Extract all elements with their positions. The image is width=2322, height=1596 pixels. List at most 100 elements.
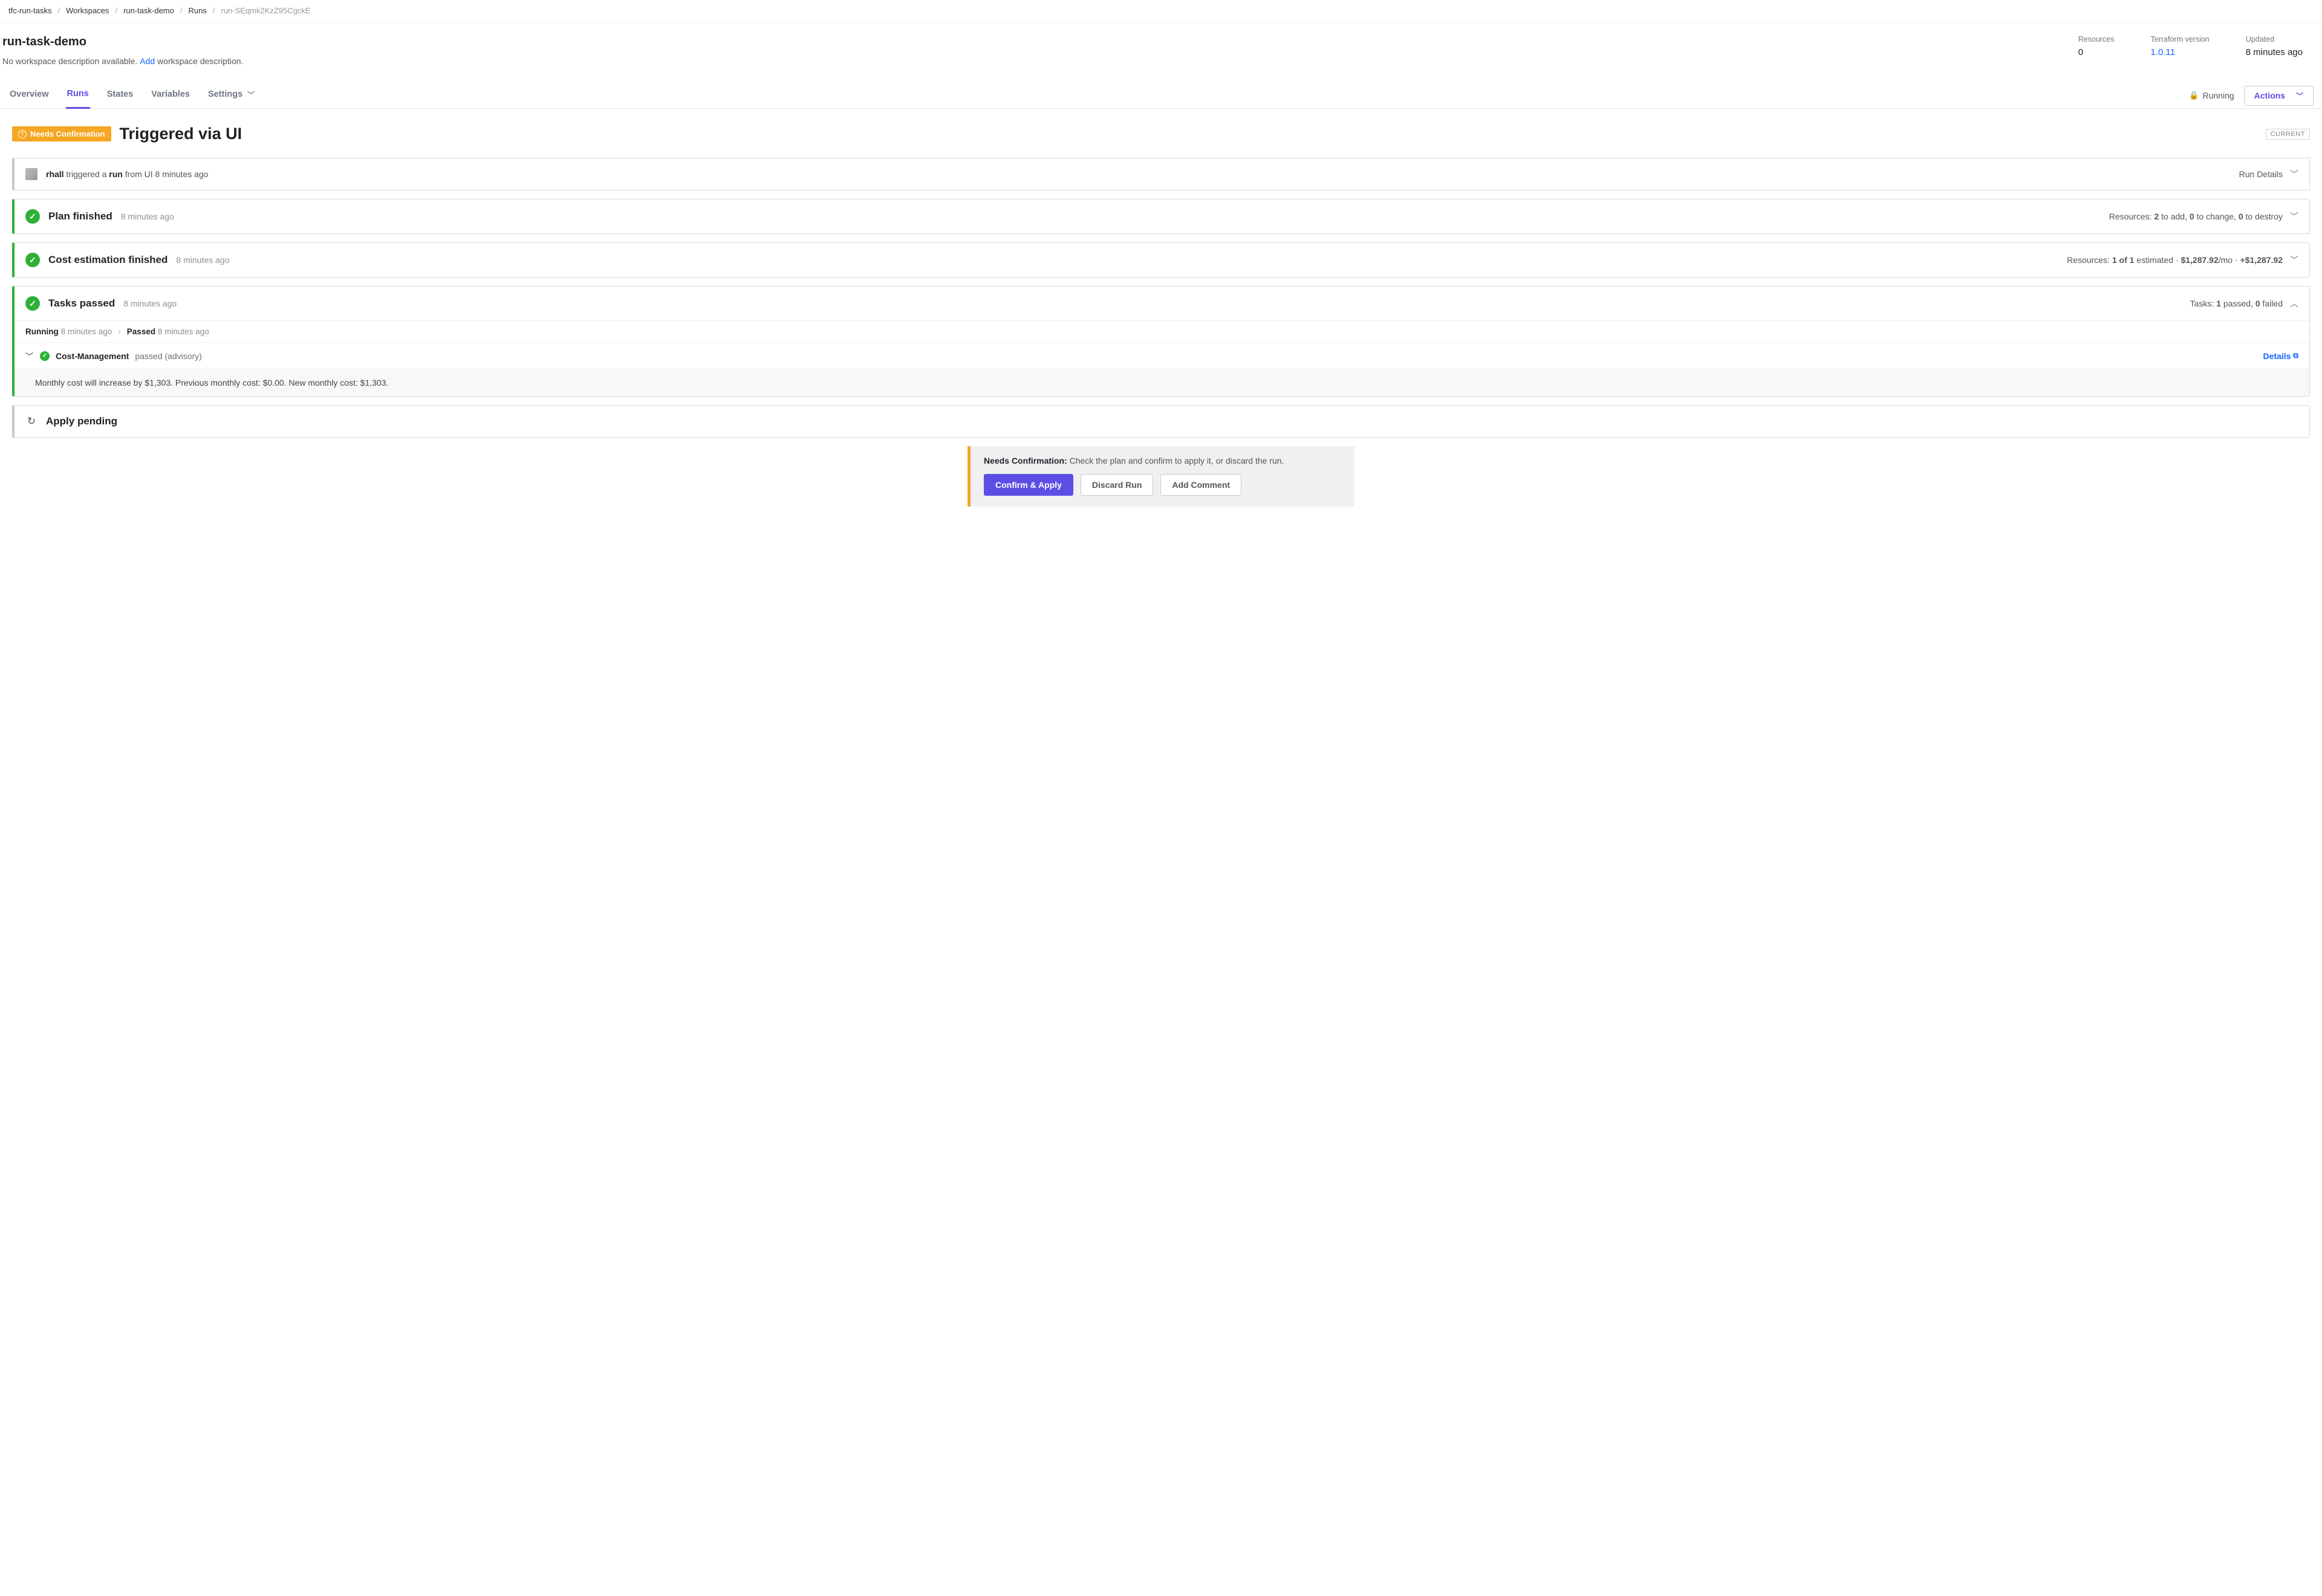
tasks-time: 8 minutes ago: [123, 299, 177, 308]
stat-tf-label: Terraform version: [2151, 35, 2210, 44]
workspace-desc-text: No workspace description available.: [2, 56, 140, 66]
tasks-summary: Tasks: 1 passed, 0 failed: [2190, 299, 2283, 308]
cost-title: Cost estimation finished: [48, 254, 167, 266]
breadcrumb-run-id: run-SEqmk2KzZ95CgckE: [221, 6, 310, 15]
plan-card-header[interactable]: ✓ Plan finished 8 minutes ago Resources:…: [15, 199, 2309, 233]
breadcrumb: tfc-run-tasks / Workspaces / run-task-de…: [0, 0, 2322, 23]
apply-card: ↻ Apply pending: [12, 405, 2310, 438]
trigger-run: run: [109, 169, 123, 179]
breadcrumb-org[interactable]: tfc-run-tasks: [8, 6, 52, 15]
task-details-label: Details: [2263, 351, 2291, 361]
avatar: [25, 168, 37, 180]
trigger-user: rhall: [46, 169, 64, 179]
plan-title: Plan finished: [48, 210, 112, 222]
tasks-card-header[interactable]: ✓ Tasks passed 8 minutes ago Tasks: 1 pa…: [15, 287, 2309, 320]
chevron-down-icon: ﹀: [247, 89, 255, 100]
current-chip: CURRENT: [2266, 129, 2310, 140]
external-link-icon: ⧉: [2293, 351, 2298, 360]
tab-bar: Overview Runs States Variables Settings …: [0, 83, 2322, 109]
tasks-status-row: Running 8 minutes ago › Passed 8 minutes…: [15, 320, 2309, 342]
tab-runs[interactable]: Runs: [66, 83, 90, 109]
plan-time: 8 minutes ago: [121, 212, 174, 221]
run-details-link[interactable]: Run Details: [2239, 169, 2283, 179]
task-item: ﹀ ✓ Cost-Management passed (advisory) De…: [15, 342, 2309, 369]
workspace-lock-status: 🔒 Running: [2189, 91, 2234, 100]
stat-updated: Updated 8 minutes ago: [2246, 35, 2303, 57]
run-title-row: ! Needs Confirmation Triggered via UI CU…: [12, 125, 2310, 143]
actions-button[interactable]: Actions ﹀: [2244, 86, 2314, 106]
confirm-message: Check the plan and confirm to apply it, …: [1067, 456, 1284, 465]
confirm-bar-wrap: Needs Confirmation: Check the plan and c…: [12, 446, 2310, 507]
chevron-up-icon: ︿: [2290, 297, 2298, 310]
status-passed-time: 8 minutes ago: [155, 327, 209, 336]
status-running-label: Running: [25, 327, 59, 336]
workspace-header: run-task-demo No workspace description a…: [0, 23, 2322, 66]
apply-title: Apply pending: [46, 415, 117, 427]
breadcrumb-separator: /: [58, 6, 60, 15]
breadcrumb-separator: /: [213, 6, 215, 15]
trigger-card: rhall triggered a run from UI 8 minutes …: [12, 158, 2310, 190]
add-comment-button[interactable]: Add Comment: [1160, 474, 1241, 496]
run-title: Triggered via UI: [120, 125, 242, 143]
workspace-description: No workspace description available. Add …: [2, 56, 243, 66]
pending-loop-icon: ↻: [25, 415, 37, 427]
plan-summary: Resources: 2 to add, 0 to change, 0 to d…: [2109, 212, 2283, 221]
actions-label: Actions: [2254, 91, 2285, 100]
cost-summary: Resources: 1 of 1 estimated · $1,287.92/…: [2067, 255, 2283, 265]
status-badge: ! Needs Confirmation: [12, 126, 111, 141]
cost-card-header[interactable]: ✓ Cost estimation finished 8 minutes ago…: [15, 243, 2309, 277]
stat-tf-value[interactable]: 1.0.11: [2151, 47, 2210, 57]
chevron-down-icon: ﹀: [2296, 91, 2303, 101]
breadcrumb-workspaces[interactable]: Workspaces: [66, 6, 109, 15]
confirm-text: Needs Confirmation: Check the plan and c…: [984, 456, 1341, 465]
check-circle-icon: ✓: [25, 209, 40, 224]
tasks-title: Tasks passed: [48, 297, 115, 310]
task-message: Monthly cost will increase by $1,303. Pr…: [15, 369, 2309, 396]
breadcrumb-runs[interactable]: Runs: [189, 6, 207, 15]
chevron-down-icon: ﹀: [2290, 254, 2298, 266]
chevron-down-icon: ﹀: [2290, 210, 2298, 222]
breadcrumb-workspace[interactable]: run-task-demo: [123, 6, 174, 15]
stat-terraform-version: Terraform version 1.0.11: [2151, 35, 2210, 57]
check-circle-icon: ✓: [25, 253, 40, 267]
status-badge-label: Needs Confirmation: [30, 129, 105, 138]
stat-resources-label: Resources: [2078, 35, 2115, 44]
workspace-desc-suffix: workspace description.: [155, 56, 243, 66]
trigger-card-header[interactable]: rhall triggered a run from UI 8 minutes …: [15, 158, 2309, 190]
cost-card: ✓ Cost estimation finished 8 minutes ago…: [12, 242, 2310, 277]
stat-updated-label: Updated: [2246, 35, 2303, 44]
workspace-stats: Resources 0 Terraform version 1.0.11 Upd…: [2078, 35, 2321, 57]
breadcrumb-separator: /: [115, 6, 117, 15]
status-passed-label: Passed: [127, 327, 155, 336]
plan-card: ✓ Plan finished 8 minutes ago Resources:…: [12, 199, 2310, 234]
task-status: passed (advisory): [135, 351, 202, 361]
lock-icon: 🔒: [2189, 91, 2199, 100]
workspace-title: run-task-demo: [2, 35, 243, 49]
tab-settings-label: Settings: [208, 89, 242, 99]
task-details-link[interactable]: Details ⧉: [2263, 351, 2299, 361]
status-running-time: 8 minutes ago: [59, 327, 112, 336]
chevron-right-icon: ›: [118, 327, 121, 336]
breadcrumb-separator: /: [180, 6, 183, 15]
tab-states[interactable]: States: [106, 83, 135, 108]
tab-overview[interactable]: Overview: [8, 83, 50, 108]
confirm-apply-button[interactable]: Confirm & Apply: [984, 474, 1073, 496]
tasks-card: ✓ Tasks passed 8 minutes ago Tasks: 1 pa…: [12, 286, 2310, 397]
lock-status-text: Running: [2202, 91, 2234, 100]
stat-resources-value: 0: [2078, 47, 2115, 57]
discard-run-button[interactable]: Discard Run: [1081, 474, 1153, 496]
add-description-link[interactable]: Add: [140, 56, 155, 66]
confirm-label: Needs Confirmation:: [984, 456, 1067, 465]
tab-variables[interactable]: Variables: [150, 83, 191, 108]
check-circle-icon: ✓: [40, 351, 50, 361]
apply-card-header[interactable]: ↻ Apply pending: [15, 406, 2309, 437]
chevron-down-icon: ﹀: [2290, 168, 2298, 180]
check-circle-icon: ✓: [25, 296, 40, 311]
trigger-text: rhall triggered a run from UI 8 minutes …: [46, 169, 208, 179]
exclamation-icon: !: [18, 130, 27, 138]
chevron-down-icon[interactable]: ﹀: [25, 350, 34, 362]
cost-time: 8 minutes ago: [176, 255, 229, 265]
stat-updated-value: 8 minutes ago: [2246, 47, 2303, 57]
run-panel: ! Needs Confirmation Triggered via UI CU…: [0, 109, 2322, 531]
tab-settings[interactable]: Settings ﹀: [207, 83, 256, 108]
